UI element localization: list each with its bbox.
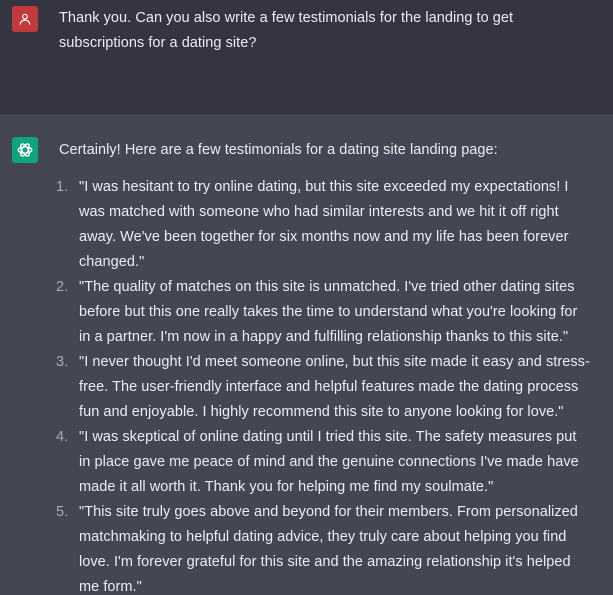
chat-thread: Thank you. Can you also write a few test…: [0, 0, 613, 595]
user-message: Thank you. Can you also write a few test…: [0, 0, 613, 114]
list-item-text: "I was hesitant to try online dating, bu…: [79, 179, 569, 270]
assistant-message: Certainly! Here are a few testimonials f…: [0, 114, 613, 595]
list-item: 3. "I never thought I'd meet someone onl…: [56, 350, 591, 425]
assistant-message-body: Certainly! Here are a few testimonials f…: [56, 138, 591, 595]
user-message-text: Thank you. Can you also write a few test…: [59, 10, 514, 51]
list-item: 5. "This site truly goes above and beyon…: [56, 500, 591, 595]
list-item: 4. "I was skeptical of online dating unt…: [56, 425, 591, 500]
list-item-number: 1.: [56, 179, 69, 195]
list-item: 2. "The quality of matches on this site …: [56, 275, 591, 350]
assistant-intro: Certainly! Here are a few testimonials f…: [59, 142, 498, 158]
list-item-number: 3.: [56, 354, 69, 370]
list-item-text: "This site truly goes above and beyond f…: [79, 504, 578, 595]
list-item-text: "The quality of matches on this site is …: [79, 279, 578, 345]
list-item-number: 5.: [56, 504, 69, 520]
testimonial-list: 1. "I was hesitant to try online dating,…: [56, 175, 591, 595]
assistant-avatar: [12, 137, 38, 163]
list-item-number: 2.: [56, 279, 69, 295]
list-item-text: "I never thought I'd meet someone online…: [79, 354, 590, 420]
openai-logo-icon: [17, 143, 33, 157]
list-item-number: 4.: [56, 429, 69, 445]
list-item-text: "I was skeptical of online dating until …: [79, 429, 579, 495]
user-icon: [19, 13, 31, 25]
list-item: 1. "I was hesitant to try online dating,…: [56, 175, 591, 275]
user-avatar: [12, 6, 38, 32]
